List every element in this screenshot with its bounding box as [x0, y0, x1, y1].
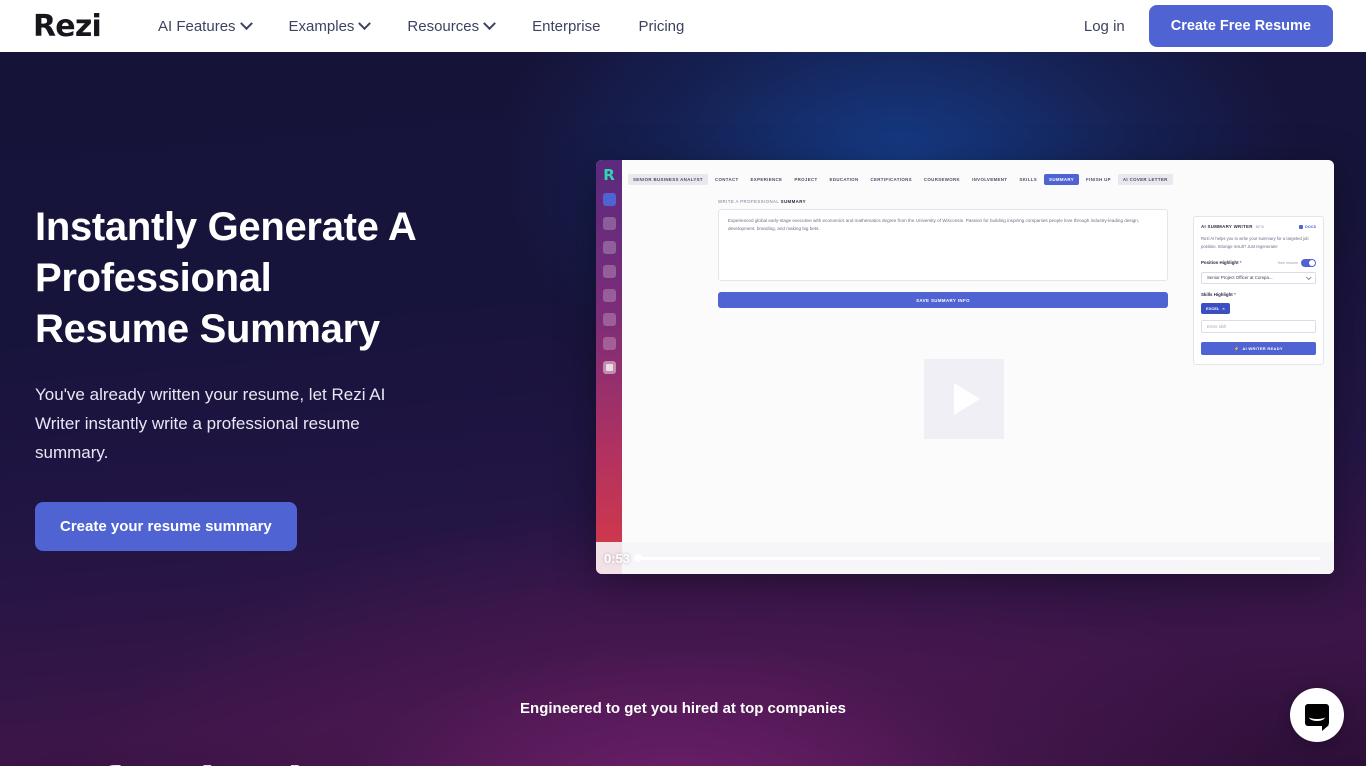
- company-logo-row: facebook Deloitte. ⩕ Atlassian Linked in…: [0, 752, 1366, 766]
- logo-deloitte: Deloitte.: [303, 762, 493, 766]
- chat-launcher-button[interactable]: [1290, 688, 1344, 742]
- app-tab-senior-business-analyst[interactable]: SENIOR BUSINESS ANALYST: [628, 174, 708, 185]
- create-resume-summary-button[interactable]: Create your resume summary: [35, 502, 297, 552]
- chevron-down-icon: [483, 16, 496, 30]
- sidebar-collapse-icon[interactable]: [602, 361, 616, 374]
- ai-summary-writer-panel: AI SUMMARY WRITER BETA DOCS Rezi AI help…: [1193, 216, 1324, 365]
- chat-bubble-icon: [1305, 704, 1329, 731]
- nav-item-examples[interactable]: Examples: [270, 16, 389, 35]
- video-progress-handle[interactable]: [634, 554, 643, 562]
- video-time: 0:53: [604, 550, 631, 566]
- app-tab-education[interactable]: EDUCATION: [825, 174, 864, 185]
- app-tab-coursework[interactable]: COURSEWORK: [919, 174, 965, 185]
- required-mark: *: [1233, 291, 1236, 297]
- nav-item-pricing[interactable]: Pricing: [619, 18, 703, 35]
- facebook-logo-text: facebook: [101, 758, 316, 766]
- summary-textarea[interactable]: Experienced global early-stage executive…: [718, 209, 1168, 281]
- app-sidebar: R: [596, 160, 622, 574]
- app-tab-project[interactable]: PROJECT: [789, 174, 822, 185]
- nav-item-label: Enterprise: [532, 17, 601, 35]
- logo-facebook: facebook: [101, 758, 316, 766]
- required-mark: *: [1239, 260, 1242, 266]
- demo-video-player[interactable]: R SENIOR BUSINESS ANALYST CONTACT EXPERI…: [596, 160, 1334, 574]
- sidebar-profile-icon[interactable]: [602, 337, 616, 350]
- chevron-down-icon: [1305, 273, 1312, 280]
- from-resume-toggle[interactable]: [1301, 258, 1316, 267]
- docs-icon: [1299, 224, 1304, 229]
- close-icon[interactable]: ×: [1222, 306, 1224, 311]
- trust-headline: Engineered to get you hired at top compa…: [520, 700, 846, 717]
- nav-item-enterprise[interactable]: Enterprise: [513, 18, 619, 35]
- deloitte-logo-text: Deloitte.: [331, 762, 466, 766]
- app-logo: R: [603, 166, 615, 184]
- save-summary-info-button[interactable]: SAVE SUMMARY INFO: [718, 292, 1168, 308]
- app-tab-involvement[interactable]: INVOLVEMENT: [967, 174, 1012, 185]
- skills-highlight-label: Skills Highlight *: [1201, 292, 1236, 297]
- position-highlight-label: Position Highlight *: [1201, 260, 1242, 265]
- summary-section-prefix: WRITE A PROFESSIONAL: [718, 199, 781, 204]
- sidebar-edit-icon[interactable]: [602, 265, 616, 278]
- position-highlight-row: Position Highlight * from resume: [1201, 258, 1316, 267]
- app-tab-skills[interactable]: SKILLS: [1014, 174, 1042, 185]
- page-title: Instantly Generate A Professional Resume…: [35, 202, 465, 356]
- from-resume-hint: from resume: [1277, 260, 1298, 265]
- app-tab-experience[interactable]: EXPERIENCE: [746, 174, 788, 185]
- sidebar-pencil-icon[interactable]: [602, 289, 616, 302]
- chevron-down-icon: [358, 16, 372, 30]
- position-highlight-value: Senior Project Officer at Compa...: [1207, 275, 1273, 281]
- ai-writer-ready-button[interactable]: ⚡ AI WRITER READY: [1201, 341, 1316, 355]
- hero-title-line-2: Professional: [35, 256, 272, 301]
- skill-chip-excel[interactable]: EXCEL ×: [1201, 302, 1230, 314]
- hero-subtitle: You've already written your resume, let …: [35, 384, 386, 463]
- video-progress-bar[interactable]: [634, 554, 1320, 562]
- sidebar-add-icon[interactable]: [602, 193, 616, 206]
- sidebar-briefcase-icon[interactable]: [602, 313, 616, 326]
- nav-item-ai-features[interactable]: AI Features: [139, 16, 270, 35]
- play-icon: [954, 383, 980, 415]
- top-navbar: Rezi AI Features Examples Resources Ente…: [0, 0, 1366, 52]
- nav-actions: Log in Create Free Resume: [1084, 5, 1333, 47]
- app-tab-bar: SENIOR BUSINESS ANALYST CONTACT EXPERIEN…: [622, 160, 1334, 185]
- position-highlight-select[interactable]: Senior Project Officer at Compa...: [1201, 271, 1316, 284]
- skills-highlight-label-text: Skills Highlight: [1201, 291, 1233, 297]
- app-tab-ai-cover-letter[interactable]: AI COVER LETTER: [1117, 174, 1173, 185]
- ai-panel-header: AI SUMMARY WRITER BETA DOCS: [1201, 224, 1316, 229]
- nav-item-label: AI Features: [158, 17, 236, 35]
- hero-title-line-3: Resume Summary: [35, 307, 380, 352]
- hero-title-line-1: Instantly Generate A: [35, 205, 417, 249]
- skills-highlight-row: Skills Highlight *: [1201, 292, 1316, 297]
- hero-copy: Instantly Generate A Professional Resume…: [35, 202, 465, 552]
- nav-item-label: Examples: [288, 17, 355, 35]
- app-tab-finish-up[interactable]: FINISH UP: [1081, 174, 1116, 185]
- rezi-logo[interactable]: Rezi: [33, 9, 102, 44]
- summary-section-label: WRITE A PROFESSIONAL SUMMARY: [718, 199, 1334, 204]
- beta-badge: BETA: [1255, 224, 1265, 229]
- video-controls: 0:53: [596, 542, 1334, 574]
- create-free-resume-button[interactable]: Create Free Resume: [1148, 5, 1333, 47]
- login-link[interactable]: Log in: [1084, 18, 1125, 35]
- nav-item-resources[interactable]: Resources: [388, 16, 513, 35]
- skill-chip-label: EXCEL: [1206, 305, 1220, 311]
- docs-label: DOCS: [1305, 224, 1316, 229]
- sidebar-document-icon[interactable]: [602, 217, 616, 230]
- lightning-icon: ⚡: [1234, 345, 1240, 351]
- play-button[interactable]: [924, 359, 1004, 439]
- ai-panel-description: Rezi AI helps you to write your summary …: [1201, 236, 1309, 249]
- ai-writer-ready-label: AI WRITER READY: [1242, 345, 1283, 351]
- sidebar-resume-icon[interactable]: [602, 241, 616, 254]
- ai-panel-title: AI SUMMARY WRITER: [1201, 224, 1253, 229]
- hero-section: Instantly Generate A Professional Resume…: [0, 52, 1366, 766]
- summary-section-bold: SUMMARY: [780, 199, 806, 204]
- nav-item-label: Resources: [407, 17, 480, 35]
- docs-link[interactable]: DOCS: [1299, 224, 1316, 229]
- skill-input[interactable]: Enter skill: [1201, 319, 1316, 333]
- app-tab-contact[interactable]: CONTACT: [710, 174, 744, 185]
- position-highlight-label-text: Position Highlight: [1201, 260, 1239, 266]
- app-tab-certifications[interactable]: CERTIFICATIONS: [865, 174, 916, 185]
- primary-nav: AI Features Examples Resources Enterpris…: [139, 16, 703, 35]
- nav-item-label: Pricing: [638, 17, 685, 35]
- app-tab-summary[interactable]: SUMMARY: [1044, 174, 1080, 185]
- chevron-down-icon: [239, 16, 253, 30]
